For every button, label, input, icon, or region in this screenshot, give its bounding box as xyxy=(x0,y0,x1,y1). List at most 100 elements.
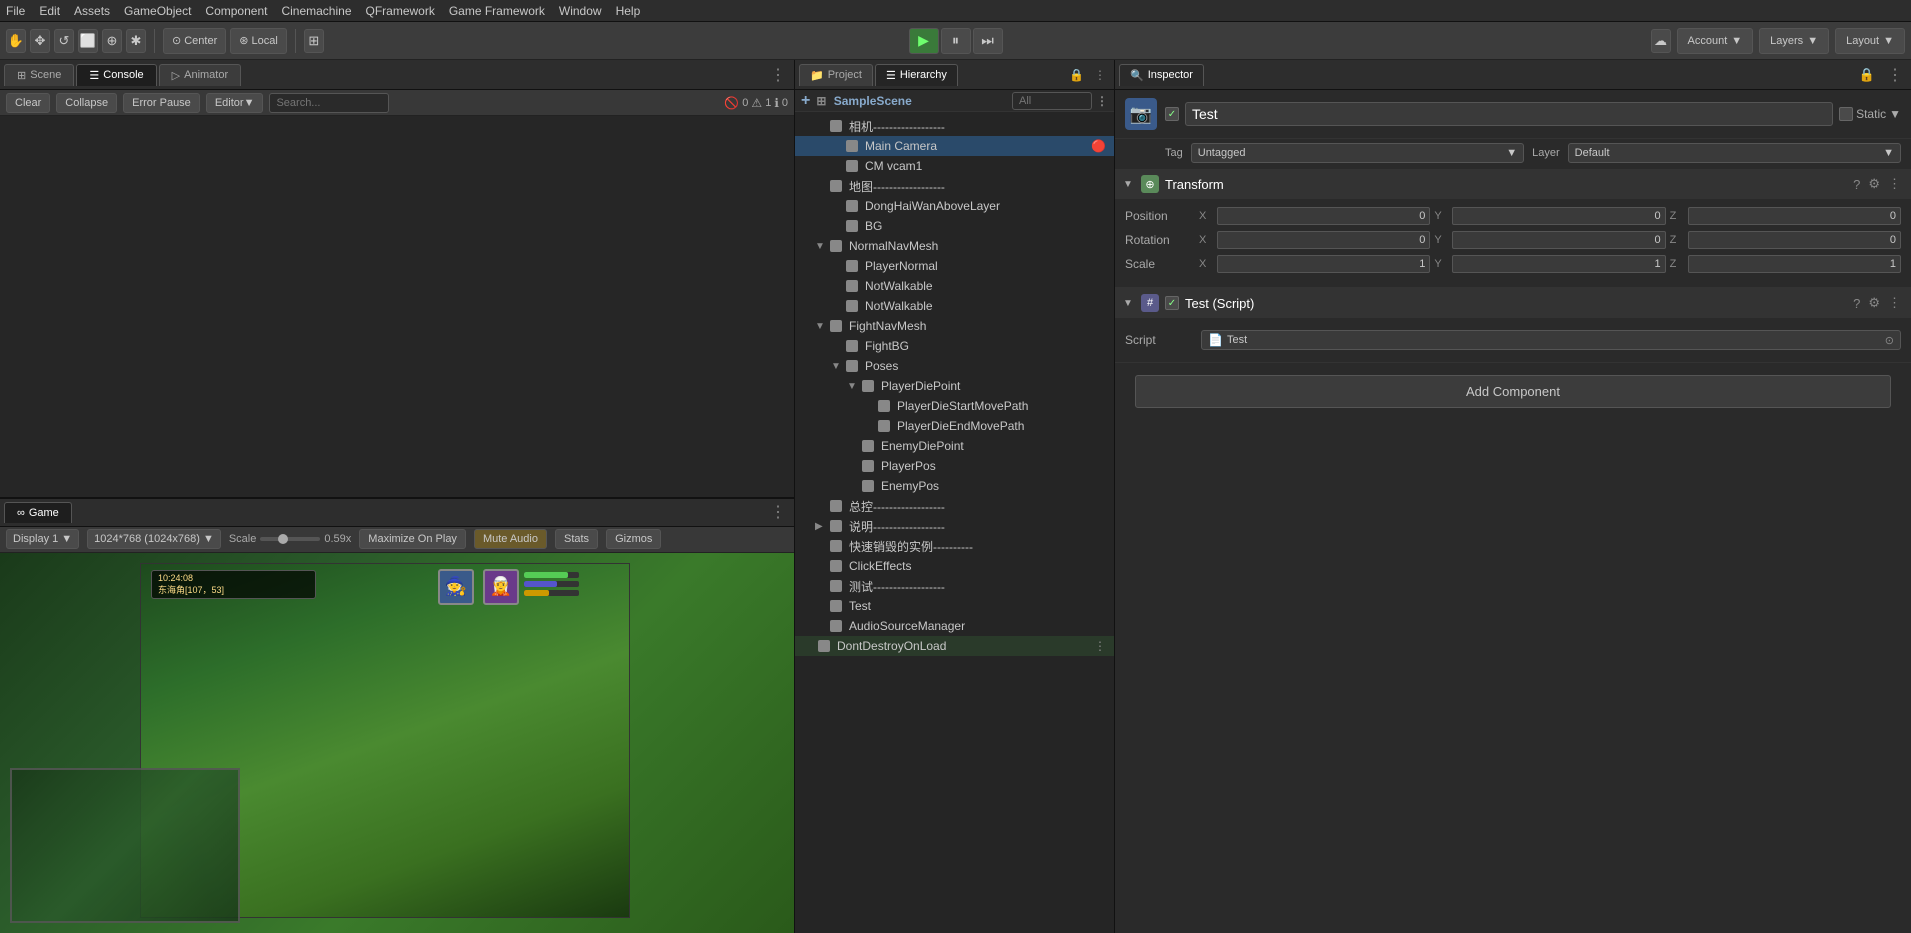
hierarchy-item-playerpos[interactable]: PlayerPos xyxy=(795,456,1114,476)
inspector-lock-icon[interactable]: 🔒 xyxy=(1853,67,1881,83)
hierarchy-item-test[interactable]: Test xyxy=(795,596,1114,616)
menu-assets[interactable]: Assets xyxy=(74,4,110,18)
dontdestroy-options-icon[interactable]: ⋮ xyxy=(1094,639,1106,653)
console-search-input[interactable] xyxy=(269,93,389,113)
display-dropdown[interactable]: Display 1 ▼ xyxy=(6,529,79,549)
rotation-y-input[interactable] xyxy=(1452,231,1665,249)
snap-button[interactable]: ⊞ xyxy=(304,29,324,53)
menu-gameframework[interactable]: Game Framework xyxy=(449,4,545,18)
mute-audio-button[interactable]: Mute Audio xyxy=(474,529,547,549)
menu-window[interactable]: Window xyxy=(559,4,602,18)
clear-button[interactable]: Clear xyxy=(6,93,50,113)
add-component-button[interactable]: Add Component xyxy=(1135,375,1891,408)
scene-tab-options[interactable]: ⋮ xyxy=(766,65,790,85)
hierarchy-item-donghaiwan[interactable]: DongHaiWanAboveLayer xyxy=(795,196,1114,216)
menu-help[interactable]: Help xyxy=(616,4,641,18)
hierarchy-item-quickdestroy[interactable]: 快速销毁的实例---------- xyxy=(795,536,1114,556)
hierarchy-item-test-sep[interactable]: 测试------------------ xyxy=(795,576,1114,596)
hierarchy-item-notwalkable-2[interactable]: NotWalkable xyxy=(795,296,1114,316)
transform-help-icon[interactable]: ? xyxy=(1851,177,1862,192)
stats-button[interactable]: Stats xyxy=(555,529,598,549)
hierarchy-item-general-sep[interactable]: 总控------------------ xyxy=(795,496,1114,516)
tab-scene[interactable]: ⊞ Scene xyxy=(4,64,74,86)
hierarchy-item-dontdestroy[interactable]: DontDestroyOnLoad ⋮ xyxy=(795,636,1114,656)
script-settings-icon[interactable]: ⚙ xyxy=(1866,295,1882,311)
hierarchy-item-playernormal[interactable]: PlayerNormal xyxy=(795,256,1114,276)
pause-button[interactable]: ⏸ xyxy=(941,28,971,54)
tab-inspector[interactable]: 🔍 Inspector xyxy=(1119,64,1204,86)
transform-tool-button[interactable]: ⊕ xyxy=(102,29,122,53)
hand-tool-button[interactable]: ✋ xyxy=(6,29,26,53)
static-dropdown-arrow[interactable]: ▼ xyxy=(1889,107,1901,121)
resolution-dropdown[interactable]: 1024*768 (1024x768) ▼ xyxy=(87,529,221,549)
object-active-checkbox[interactable]: ✓ xyxy=(1165,107,1179,121)
menu-cinemachine[interactable]: Cinemachine xyxy=(281,4,351,18)
hierarchy-item-main-camera[interactable]: Main Camera 🔴 xyxy=(795,136,1114,156)
inspector-options-icon[interactable]: ⋮ xyxy=(1883,65,1907,85)
position-y-input[interactable] xyxy=(1452,207,1665,225)
hierarchy-search-input[interactable] xyxy=(1012,92,1092,110)
hierarchy-item-normal-navmesh[interactable]: ▼ NormalNavMesh xyxy=(795,236,1114,256)
hierarchy-lock-icon[interactable]: 🔒 xyxy=(1065,68,1088,82)
menu-file[interactable]: File xyxy=(6,4,25,18)
play-button[interactable]: ▶ xyxy=(909,28,939,54)
local-button[interactable]: ⊛ Local xyxy=(230,28,287,54)
transform-more-icon[interactable]: ⋮ xyxy=(1886,176,1903,192)
error-pause-button[interactable]: Error Pause xyxy=(123,93,200,113)
script-target-button[interactable]: ⊙ xyxy=(1885,334,1894,347)
hierarchy-item-cm-vcam1[interactable]: CM vcam1 xyxy=(795,156,1114,176)
hierarchy-item-notwalkable-1[interactable]: NotWalkable xyxy=(795,276,1114,296)
menu-gameobject[interactable]: GameObject xyxy=(124,4,191,18)
layer-dropdown[interactable]: Default ▼ xyxy=(1568,143,1901,163)
script-help-icon[interactable]: ? xyxy=(1851,296,1862,311)
custom-tool-button[interactable]: ✱ xyxy=(126,29,146,53)
cloud-icon[interactable]: ☁ xyxy=(1651,29,1671,53)
scale-y-input[interactable] xyxy=(1452,255,1665,273)
scene-options-icon[interactable]: ⋮ xyxy=(1096,94,1108,108)
script-header[interactable]: ▼ # ✓ Test (Script) ? ⚙ ⋮ xyxy=(1115,288,1911,318)
hierarchy-item-camera-separator[interactable]: 相机------------------ xyxy=(795,116,1114,136)
maximize-on-play-button[interactable]: Maximize On Play xyxy=(359,529,466,549)
game-tab-options[interactable]: ⋮ xyxy=(766,502,790,522)
hierarchy-item-poses[interactable]: ▼ Poses xyxy=(795,356,1114,376)
layout-button[interactable]: Layout ▼ xyxy=(1835,28,1905,54)
hierarchy-item-desc-sep[interactable]: ▶ 说明------------------ xyxy=(795,516,1114,536)
tab-animator[interactable]: ▷ Animator xyxy=(159,64,242,86)
scale-x-input[interactable] xyxy=(1217,255,1430,273)
hierarchy-item-fightbg[interactable]: FightBG xyxy=(795,336,1114,356)
object-name-input[interactable] xyxy=(1185,102,1833,126)
position-x-input[interactable] xyxy=(1217,207,1430,225)
hierarchy-item-playerdiestart[interactable]: PlayerDieStartMovePath xyxy=(795,396,1114,416)
hierarchy-item-bg[interactable]: BG xyxy=(795,216,1114,236)
gizmos-button[interactable]: Gizmos xyxy=(606,529,661,549)
menu-edit[interactable]: Edit xyxy=(39,4,60,18)
transform-settings-icon[interactable]: ⚙ xyxy=(1866,176,1882,192)
layers-button[interactable]: Layers ▼ xyxy=(1759,28,1829,54)
tab-project[interactable]: 📁 Project xyxy=(799,64,873,86)
tab-game[interactable]: ∞ Game xyxy=(4,502,72,523)
hierarchy-item-clickeffects[interactable]: ClickEffects xyxy=(795,556,1114,576)
hierarchy-item-enemypos[interactable]: EnemyPos xyxy=(795,476,1114,496)
tab-console[interactable]: ☰ Console xyxy=(76,64,156,86)
position-z-input[interactable] xyxy=(1688,207,1901,225)
scale-slider[interactable] xyxy=(260,537,320,541)
menu-component[interactable]: Component xyxy=(205,4,267,18)
rotation-z-input[interactable] xyxy=(1688,231,1901,249)
rotate-tool-button[interactable]: ↺ xyxy=(54,29,74,53)
menu-qframework[interactable]: QFramework xyxy=(366,4,435,18)
account-button[interactable]: Account ▼ xyxy=(1677,28,1754,54)
hierarchy-item-audiosource[interactable]: AudioSourceManager xyxy=(795,616,1114,636)
transform-header[interactable]: ▼ ⊕ Transform ? ⚙ ⋮ xyxy=(1115,169,1911,199)
static-checkbox[interactable] xyxy=(1839,107,1853,121)
editor-dropdown-button[interactable]: Editor ▼ xyxy=(206,93,264,113)
tab-hierarchy[interactable]: ☰ Hierarchy xyxy=(875,64,958,86)
step-button[interactable]: ⏭ xyxy=(973,28,1003,54)
move-tool-button[interactable]: ✥ xyxy=(30,29,50,53)
hierarchy-item-fight-navmesh[interactable]: ▼ FightNavMesh xyxy=(795,316,1114,336)
hierarchy-item-playerdie-point[interactable]: ▼ PlayerDiePoint xyxy=(795,376,1114,396)
scale-z-input[interactable] xyxy=(1688,255,1901,273)
hierarchy-options-icon[interactable]: ⋮ xyxy=(1090,68,1110,82)
script-more-icon[interactable]: ⋮ xyxy=(1886,295,1903,311)
scene-add-icon[interactable]: + xyxy=(801,92,810,110)
rect-tool-button[interactable]: ⬜ xyxy=(78,29,98,53)
